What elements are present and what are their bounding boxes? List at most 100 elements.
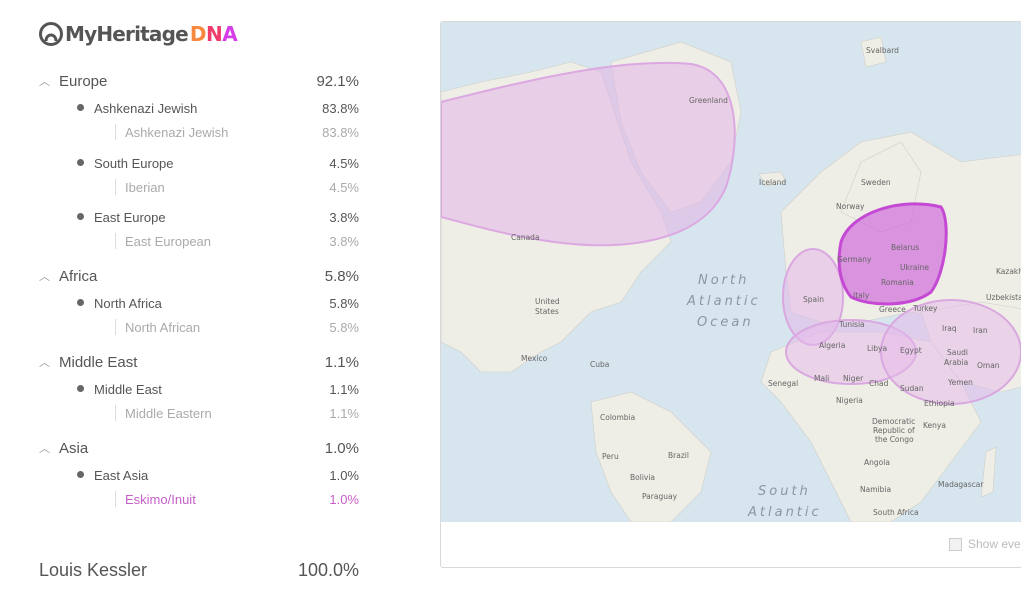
bullet-dot-icon (77, 103, 84, 111)
chevron-up-icon[interactable]: ︿ (39, 268, 53, 284)
label-canada: Canada (511, 233, 540, 242)
subregion-percent: 83.8% (322, 100, 359, 116)
label-algeria: Algeria (819, 341, 845, 350)
myheritage-logo-icon (39, 22, 63, 46)
dna-letter-d: D (189, 22, 207, 46)
subregion-name: East Europe (94, 209, 166, 225)
label-drc-1: Democratic (872, 417, 915, 426)
label-iceland: Iceland (759, 178, 786, 187)
label-peru: Peru (602, 452, 619, 461)
subregion-row[interactable]: East Europe 3.8% (39, 205, 359, 229)
region-percent: 1.0% (324, 439, 359, 457)
region-name: Asia (59, 439, 89, 457)
ethnicity-name: East European (125, 233, 212, 249)
label-kenya: Kenya (923, 421, 946, 430)
label-ethiopia: Ethiopia (924, 399, 955, 408)
region-percent: 1.1% (324, 353, 359, 371)
ethnicity-name: North African (125, 319, 201, 335)
label-spain: Spain (803, 295, 824, 304)
region-group-africa: ︿ Africa 5.8% North Africa 5.8% North Afr… (39, 261, 359, 339)
label-germany: Germany (837, 255, 872, 264)
label-drc-3: the Congo (875, 435, 914, 444)
ethnicity-row-highlighted[interactable]: Eskimo/Inuit 1.0% (39, 487, 359, 511)
ethnicity-percent: 1.1% (329, 405, 359, 421)
tree-line (115, 491, 116, 507)
subregion-name: South Europe (94, 155, 174, 171)
bullet-dot-icon (77, 298, 84, 306)
ethnicity-name: Eskimo/Inuit (125, 491, 196, 507)
label-yemen: Yemen (947, 378, 973, 387)
label-norway: Norway (836, 202, 865, 211)
subregion-row[interactable]: East Asia 1.0% (39, 463, 359, 487)
subregion-row[interactable]: Ashkenazi Jewish 83.8% (39, 96, 359, 120)
ethnicity-row[interactable]: Middle Eastern 1.1% (39, 401, 359, 425)
label-paraguay: Paraguay (642, 492, 678, 501)
label-brazil: Brazil (668, 451, 689, 460)
region-row-middle-east[interactable]: ︿ Middle East 1.1% (39, 347, 359, 377)
label-bolivia: Bolivia (630, 473, 655, 482)
label-libya: Libya (867, 344, 887, 353)
chevron-up-icon[interactable]: ︿ (39, 440, 53, 456)
label-oman: Oman (977, 361, 1000, 370)
region-group-middle-east: ︿ Middle East 1.1% Middle East 1.1% Middl… (39, 347, 359, 425)
ethnicity-map[interactable]: Svalbard Greenland Iceland Sweden Norway… (441, 22, 1021, 522)
region-row-europe[interactable]: ︿ Europe 92.1% (39, 66, 359, 96)
label-united-states-1: United (535, 297, 560, 306)
bullet-dot-icon (77, 158, 84, 166)
bullet-dot-icon (77, 212, 84, 220)
show-everyone-checkbox[interactable] (949, 537, 962, 551)
ethnicity-row[interactable]: North African 5.8% (39, 315, 359, 339)
label-greenland: Greenland (689, 96, 728, 105)
ethnicity-breakdown: ︿ Europe 92.1% Ashkenazi Jewish 83.8% Ash… (39, 66, 359, 519)
region-group-europe: ︿ Europe 92.1% Ashkenazi Jewish 83.8% Ash… (39, 66, 359, 253)
region-row-africa[interactable]: ︿ Africa 5.8% (39, 261, 359, 291)
label-sweden: Sweden (861, 178, 891, 187)
label-north-atlantic-1: North (698, 273, 749, 288)
region-row-asia[interactable]: ︿ Asia 1.0% (39, 433, 359, 463)
label-greece: Greece (879, 305, 906, 314)
subregion-percent: 3.8% (329, 209, 359, 225)
ethnicity-row[interactable]: Iberian 4.5% (39, 175, 359, 199)
ethnicity-row[interactable]: Ashkenazi Jewish 83.8% (39, 120, 359, 144)
region-percent: 92.1% (316, 72, 359, 90)
subregion-percent: 1.1% (329, 381, 359, 397)
label-namibia: Namibia (860, 485, 891, 494)
label-south-atlantic-1: South (758, 484, 811, 499)
person-name: Louis Kessler (39, 560, 148, 580)
ethnicity-name: Ashkenazi Jewish (125, 124, 229, 140)
subregion-name: Middle East (94, 381, 162, 397)
label-svalbard: Svalbard (866, 46, 899, 55)
chevron-up-icon[interactable]: ︿ (39, 73, 53, 89)
ethnicity-row[interactable]: East European 3.8% (39, 229, 359, 253)
subregion-name: North Africa (94, 295, 162, 311)
region-name: Middle East (59, 353, 138, 371)
ethnicity-percent: 4.5% (329, 179, 359, 195)
label-sudan: Sudan (900, 384, 924, 393)
label-senegal: Senegal (768, 379, 798, 388)
tree-line (115, 179, 116, 195)
label-north-atlantic-2: Atlantic (686, 294, 761, 309)
subregion-percent: 1.0% (329, 467, 359, 483)
chevron-up-icon[interactable]: ︿ (39, 354, 53, 370)
ethnicity-percent: 1.0% (329, 491, 359, 507)
tree-line (115, 405, 116, 421)
label-south-atlantic-2: Atlantic (747, 505, 822, 520)
subregion-row[interactable]: North Africa 5.8% (39, 291, 359, 315)
region-name: Africa (59, 267, 98, 285)
show-everyone-toggle[interactable]: Show ever (949, 537, 1021, 551)
subregion-row[interactable]: Middle East 1.1% (39, 377, 359, 401)
bullet-dot-icon (77, 384, 84, 392)
ethnicity-name: Middle Eastern (125, 405, 212, 421)
label-madagascar: Madagascar (938, 480, 984, 489)
myheritage-dna-logo[interactable]: MyHeritage DNA (39, 20, 238, 48)
label-south-africa: South Africa (873, 508, 919, 517)
label-colombia: Colombia (600, 413, 635, 422)
tree-line (115, 233, 116, 249)
ethnicity-map-card: Svalbard Greenland Iceland Sweden Norway… (440, 21, 1021, 568)
map-canvas: Svalbard Greenland Iceland Sweden Norway… (441, 36, 1021, 522)
subregion-row[interactable]: South Europe 4.5% (39, 151, 359, 175)
ethnicity-percent: 5.8% (329, 319, 359, 335)
total-row: Louis Kessler 100.0% (39, 560, 359, 581)
dna-letter-n: N (206, 22, 223, 46)
label-romania: Romania (881, 278, 914, 287)
